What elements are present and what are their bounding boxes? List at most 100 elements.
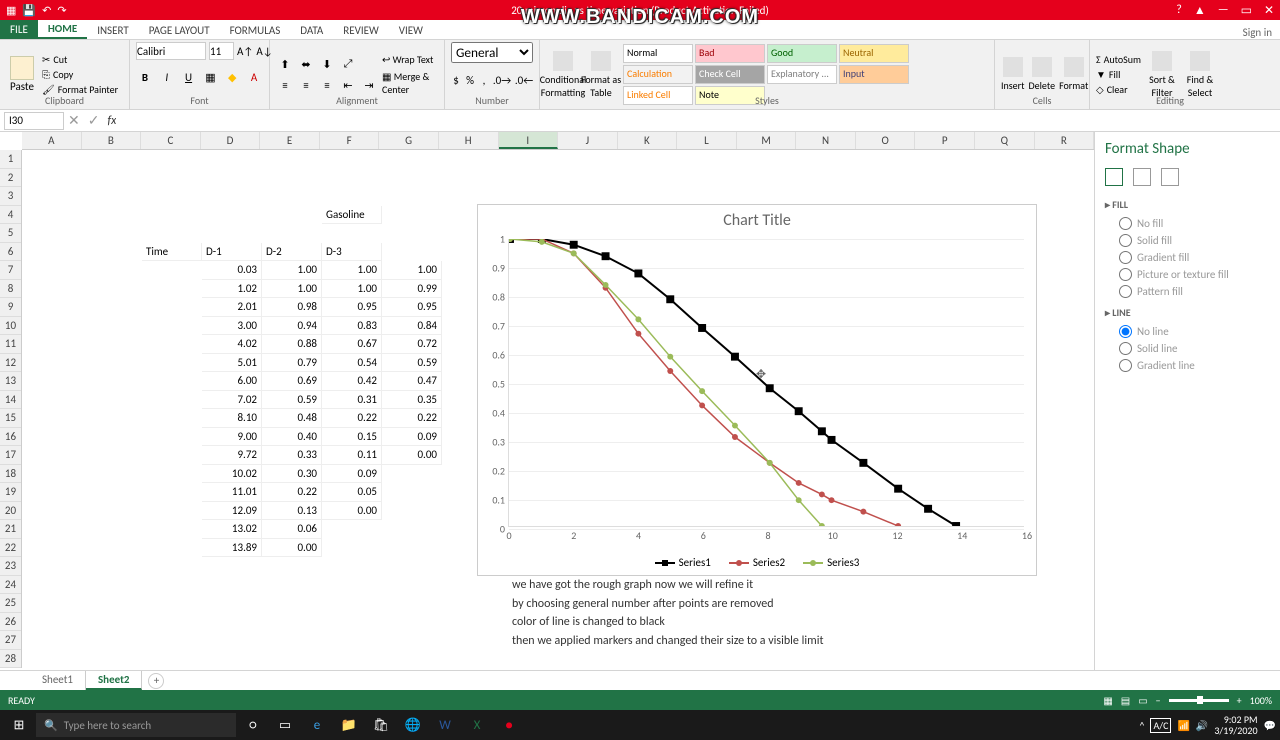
italic-button[interactable]: I <box>158 68 176 86</box>
cell[interactable]: 0.35 <box>382 391 442 410</box>
fill-button[interactable]: ▼ Fill <box>1096 68 1141 81</box>
tray-chevron-icon[interactable]: ^ <box>1139 719 1144 732</box>
edge-icon[interactable]: e <box>302 711 332 739</box>
col-header[interactable]: M <box>737 132 797 149</box>
cell[interactable]: 10.02 <box>202 465 262 484</box>
row-header[interactable]: 7 <box>0 261 21 280</box>
orientation-icon[interactable]: ⤢ <box>339 55 357 73</box>
save-icon[interactable]: 💾 <box>22 4 36 17</box>
tab-view[interactable]: VIEW <box>389 22 433 39</box>
cell[interactable]: 0.95 <box>322 298 382 317</box>
cell[interactable]: 0.31 <box>322 391 382 410</box>
style-explanatory[interactable]: Explanatory ... <box>767 65 837 84</box>
sign-in-link[interactable]: Sign in <box>1235 26 1280 39</box>
chart-title[interactable]: Chart Title <box>478 205 1036 236</box>
cell[interactable]: 0.03 <box>202 261 262 280</box>
store-icon[interactable]: 🛍 <box>366 711 396 739</box>
number-format-combo[interactable]: General <box>451 42 533 63</box>
style-linkedcell[interactable]: Linked Cell <box>623 86 693 105</box>
line-option[interactable]: Solid line <box>1105 340 1270 357</box>
style-normal[interactable]: Normal <box>623 44 693 63</box>
row-header[interactable]: 27 <box>0 631 21 650</box>
formula-bar[interactable] <box>116 112 1280 130</box>
row-header[interactable]: 4 <box>0 206 21 225</box>
explorer-icon[interactable]: 📁 <box>334 711 364 739</box>
border-button[interactable]: ▦ <box>201 68 219 86</box>
bold-button[interactable]: B <box>136 68 154 86</box>
row-header[interactable]: 11 <box>0 335 21 354</box>
cell[interactable]: 0.13 <box>262 502 322 521</box>
help-icon[interactable]: ? <box>1176 3 1182 18</box>
insert-cells-button[interactable]: Insert <box>1001 57 1025 92</box>
add-sheet-button[interactable]: + <box>148 673 164 689</box>
cell[interactable]: 0.22 <box>262 483 322 502</box>
line-section-toggle[interactable]: ▸ LINE <box>1105 306 1270 319</box>
col-header[interactable]: I <box>499 132 559 149</box>
row-header[interactable]: 28 <box>0 650 21 669</box>
cell[interactable]: 1.00 <box>322 261 382 280</box>
align-center-icon[interactable]: ≡ <box>297 76 315 94</box>
cell[interactable]: 0.22 <box>382 409 442 428</box>
fx-icon[interactable]: fx <box>107 114 116 128</box>
col-header[interactable]: C <box>141 132 201 149</box>
cell[interactable]: D-2 <box>262 243 322 262</box>
cell[interactable]: D-1 <box>202 243 262 262</box>
cut-button[interactable]: ✂Cut <box>42 53 118 66</box>
style-bad[interactable]: Bad <box>695 44 765 63</box>
row-header[interactable]: 20 <box>0 502 21 521</box>
col-header[interactable]: E <box>260 132 320 149</box>
indent-dec-icon[interactable]: ⇤ <box>339 76 357 94</box>
cell[interactable]: 0.84 <box>382 317 442 336</box>
tab-insert[interactable]: INSERT <box>87 22 139 39</box>
row-header[interactable]: 3 <box>0 187 21 206</box>
close-icon[interactable]: ✕ <box>1264 3 1274 18</box>
enter-formula-icon[interactable]: ✓ <box>88 112 100 129</box>
normal-view-icon[interactable]: ▦ <box>1103 694 1112 707</box>
align-left-icon[interactable]: ≡ <box>276 76 294 94</box>
cell[interactable]: 4.02 <box>202 335 262 354</box>
cell[interactable]: 0.00 <box>382 446 442 465</box>
cell[interactable]: 8.10 <box>202 409 262 428</box>
col-header[interactable]: Q <box>975 132 1035 149</box>
tab-file[interactable]: FILE <box>0 20 38 39</box>
row-header[interactable]: 22 <box>0 539 21 558</box>
font-color-button[interactable]: A <box>245 68 263 86</box>
style-neutral[interactable]: Neutral <box>839 44 909 63</box>
cell[interactable]: 0.99 <box>382 280 442 299</box>
row-header[interactable]: 26 <box>0 613 21 632</box>
cell[interactable]: 1.02 <box>202 280 262 299</box>
col-header[interactable]: P <box>915 132 975 149</box>
plot-area[interactable]: 00.10.20.30.40.50.60.70.80.9102468101214… <box>508 239 1024 527</box>
cell[interactable]: 1.00 <box>262 261 322 280</box>
row-header[interactable]: 18 <box>0 465 21 484</box>
wrap-text-button[interactable]: ↩ Wrap Text <box>382 53 438 66</box>
style-good[interactable]: Good <box>767 44 837 63</box>
row-header[interactable]: 19 <box>0 483 21 502</box>
cell[interactable]: 0.06 <box>262 520 322 539</box>
fill-option[interactable]: Solid fill <box>1105 232 1270 249</box>
zoom-in-icon[interactable]: + <box>1237 694 1242 707</box>
embedded-chart[interactable]: Chart Title 00.10.20.30.40.50.60.70.80.9… <box>477 204 1037 576</box>
cell[interactable]: 0.09 <box>322 465 382 484</box>
col-header[interactable]: D <box>201 132 261 149</box>
effects-icon[interactable] <box>1133 168 1151 186</box>
cell[interactable]: 0.48 <box>262 409 322 428</box>
align-top-icon[interactable]: ⬆ <box>276 55 294 73</box>
cell[interactable]: 0.22 <box>322 409 382 428</box>
cell[interactable]: 0.95 <box>382 298 442 317</box>
font-size-combo[interactable] <box>209 42 234 60</box>
cell[interactable]: 0.42 <box>322 372 382 391</box>
col-header[interactable]: A <box>22 132 82 149</box>
cell[interactable]: 0.79 <box>262 354 322 373</box>
notifications-icon[interactable]: 💬 <box>1264 719 1276 732</box>
chart-legend[interactable]: Series1Series2Series3 <box>478 556 1036 569</box>
style-calculation[interactable]: Calculation <box>623 65 693 84</box>
line-option[interactable]: No line <box>1105 323 1270 340</box>
style-input[interactable]: Input <box>839 65 909 84</box>
fill-option[interactable]: No fill <box>1105 215 1270 232</box>
fill-line-icon[interactable] <box>1105 168 1123 186</box>
legend-item[interactable]: Series2 <box>729 556 785 569</box>
col-header[interactable]: G <box>379 132 439 149</box>
row-header[interactable]: 14 <box>0 391 21 410</box>
row-header[interactable]: 12 <box>0 354 21 373</box>
